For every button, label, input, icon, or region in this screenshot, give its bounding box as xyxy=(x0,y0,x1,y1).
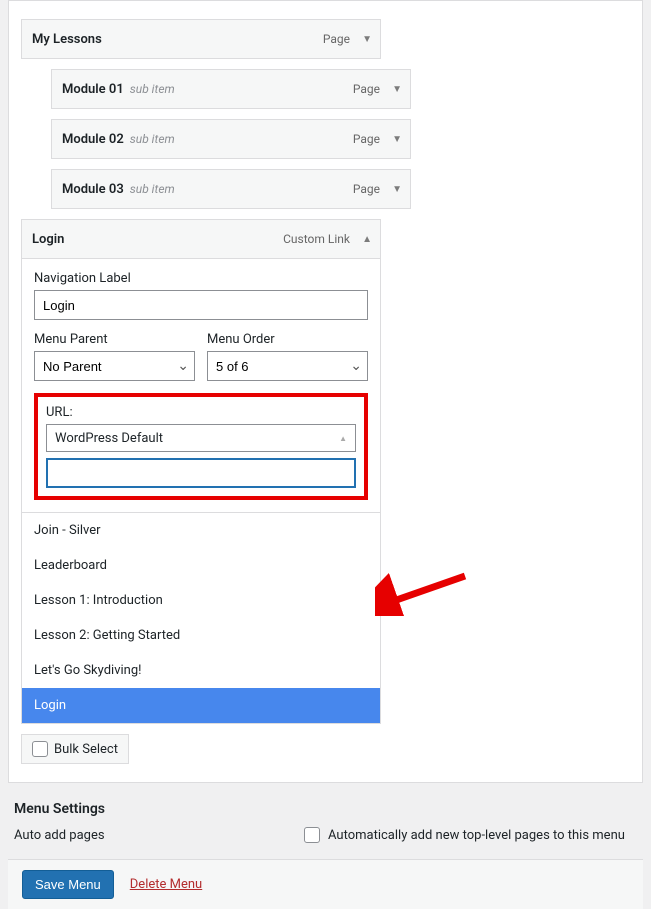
menu-item-module-02[interactable]: Module 02 sub item Page ▼ xyxy=(51,119,411,159)
menu-parent-select[interactable] xyxy=(34,351,195,381)
menu-order-label: Menu Order xyxy=(207,332,368,347)
menu-item-title: Module 03 xyxy=(62,182,124,197)
menu-items-list: My Lessons Page ▼ Module 01 sub item Pag… xyxy=(21,11,630,772)
url-dropdown-list: Join - Silver Leaderboard Lesson 1: Intr… xyxy=(21,513,381,724)
save-menu-button[interactable]: Save Menu xyxy=(22,870,114,899)
bulk-select-checkbox[interactable] xyxy=(32,741,48,757)
auto-add-checkbox[interactable] xyxy=(304,827,320,843)
url-combo-value: WordPress Default xyxy=(55,431,163,446)
menu-item-type: Page xyxy=(323,32,350,46)
caret-down-icon[interactable]: ▼ xyxy=(362,34,372,45)
url-option-join-silver[interactable]: Join - Silver xyxy=(22,513,380,548)
bulk-select-label: Bulk Select xyxy=(54,742,118,757)
menu-item-module-01[interactable]: Module 01 sub item Page ▼ xyxy=(51,69,411,109)
menu-item-module-03[interactable]: Module 03 sub item Page ▼ xyxy=(51,169,411,209)
url-option-lesson-2[interactable]: Lesson 2: Getting Started xyxy=(22,618,380,653)
url-combo-display[interactable]: WordPress Default ▲ xyxy=(46,424,356,452)
caret-down-icon[interactable]: ▼ xyxy=(392,184,402,195)
caret-down-icon[interactable]: ▼ xyxy=(392,84,402,95)
menu-order-select[interactable] xyxy=(207,351,368,381)
menu-item-type: Custom Link xyxy=(283,232,350,246)
caret-down-icon[interactable]: ▼ xyxy=(392,134,402,145)
menu-settings-heading: Menu Settings xyxy=(14,801,637,817)
url-option-skydiving[interactable]: Let's Go Skydiving! xyxy=(22,653,380,688)
menu-footer: Save Menu Delete Menu xyxy=(8,859,643,909)
url-option-login[interactable]: Login xyxy=(22,688,380,723)
nav-label-label: Navigation Label xyxy=(34,271,368,286)
url-field-highlight: URL: WordPress Default ▲ xyxy=(34,393,368,500)
menu-item-title: My Lessons xyxy=(32,32,102,47)
url-search-input[interactable] xyxy=(46,458,356,488)
nav-label-input[interactable] xyxy=(34,290,368,320)
menu-item-subtitle: sub item xyxy=(130,182,175,196)
menu-item-title: Login xyxy=(32,232,64,247)
menu-item-title: Module 02 xyxy=(62,132,124,147)
menu-item-subtitle: sub item xyxy=(130,82,175,96)
auto-add-label: Auto add pages xyxy=(14,828,304,843)
menu-parent-label: Menu Parent xyxy=(34,332,195,347)
menu-item-my-lessons[interactable]: My Lessons Page ▼ xyxy=(21,19,381,59)
url-label: URL: xyxy=(46,405,356,420)
menu-editor-panel: My Lessons Page ▼ Module 01 sub item Pag… xyxy=(8,0,643,783)
menu-item-subtitle: sub item xyxy=(130,132,175,146)
menu-item-type: Page xyxy=(353,132,380,146)
url-option-lesson-1[interactable]: Lesson 1: Introduction xyxy=(22,583,380,618)
caret-up-icon[interactable]: ▲ xyxy=(362,234,372,245)
delete-menu-link[interactable]: Delete Menu xyxy=(130,877,202,892)
url-option-leaderboard[interactable]: Leaderboard xyxy=(22,548,380,583)
auto-add-text: Automatically add new top-level pages to… xyxy=(328,828,625,843)
menu-item-type: Page xyxy=(353,182,380,196)
menu-item-edit-panel: Navigation Label Menu Parent ⌄ Menu Orde… xyxy=(21,259,381,513)
menu-item-title: Module 01 xyxy=(62,82,124,97)
menu-settings-section: Menu Settings Auto add pages Automatical… xyxy=(0,783,651,851)
triangle-up-icon: ▲ xyxy=(339,434,347,443)
menu-item-login[interactable]: Login Custom Link ▲ xyxy=(21,219,381,259)
bulk-select-toggle[interactable]: Bulk Select xyxy=(21,734,129,764)
menu-item-type: Page xyxy=(353,82,380,96)
